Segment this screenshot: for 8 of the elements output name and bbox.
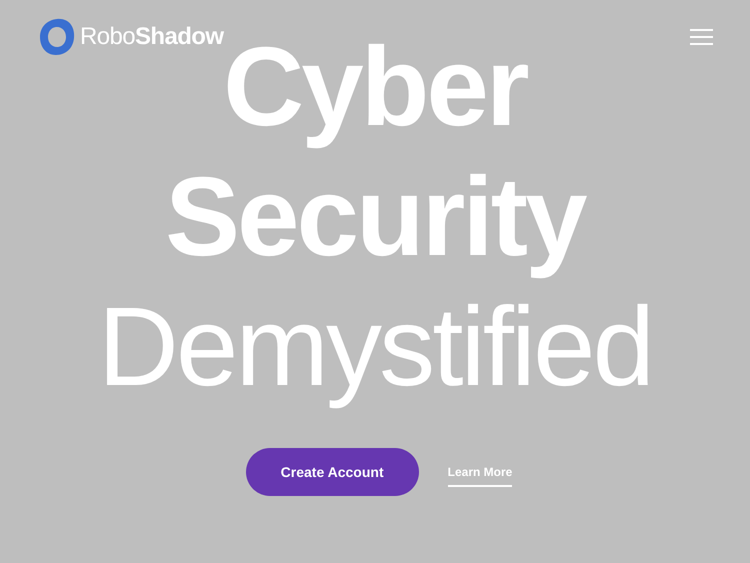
headline-text: Security bbox=[165, 153, 585, 281]
learn-more-link[interactable]: Learn More bbox=[448, 463, 512, 487]
create-account-button[interactable]: Create Account bbox=[246, 448, 419, 496]
logo-wordmark[interactable]: RoboShadow bbox=[80, 25, 224, 49]
menu-icon[interactable] bbox=[690, 29, 713, 45]
ring-logo-icon bbox=[37, 16, 77, 58]
headline-text: Demystified bbox=[98, 283, 652, 411]
headline-text: Cyber bbox=[223, 23, 527, 151]
